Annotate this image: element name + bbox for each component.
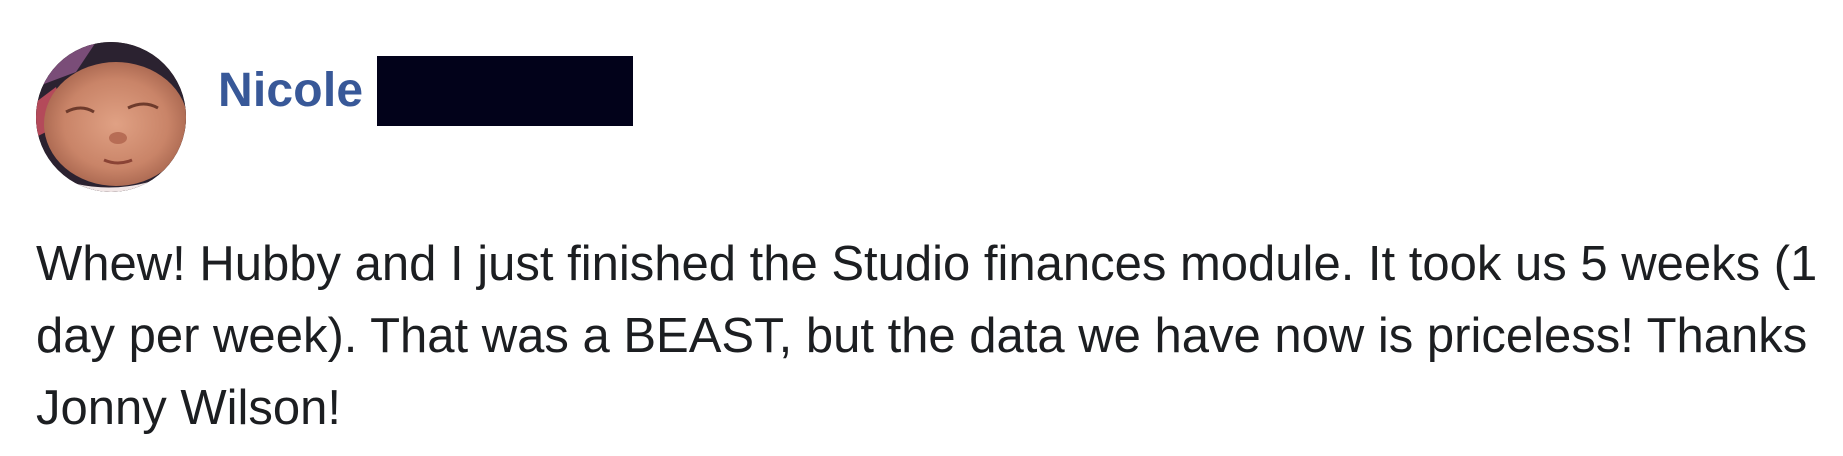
comment-author: Nicole (218, 55, 634, 127)
avatar[interactable] (36, 42, 186, 192)
comment-body-text: Whew! Hubby and I just finished the Stud… (36, 237, 1818, 435)
redacted-last-name (377, 56, 634, 126)
comment-card: Nicole Whew! Hubby and I just finished t… (0, 0, 1843, 456)
author-name-link[interactable]: Nicole (218, 55, 363, 127)
avatar-photo-icon (36, 42, 186, 192)
